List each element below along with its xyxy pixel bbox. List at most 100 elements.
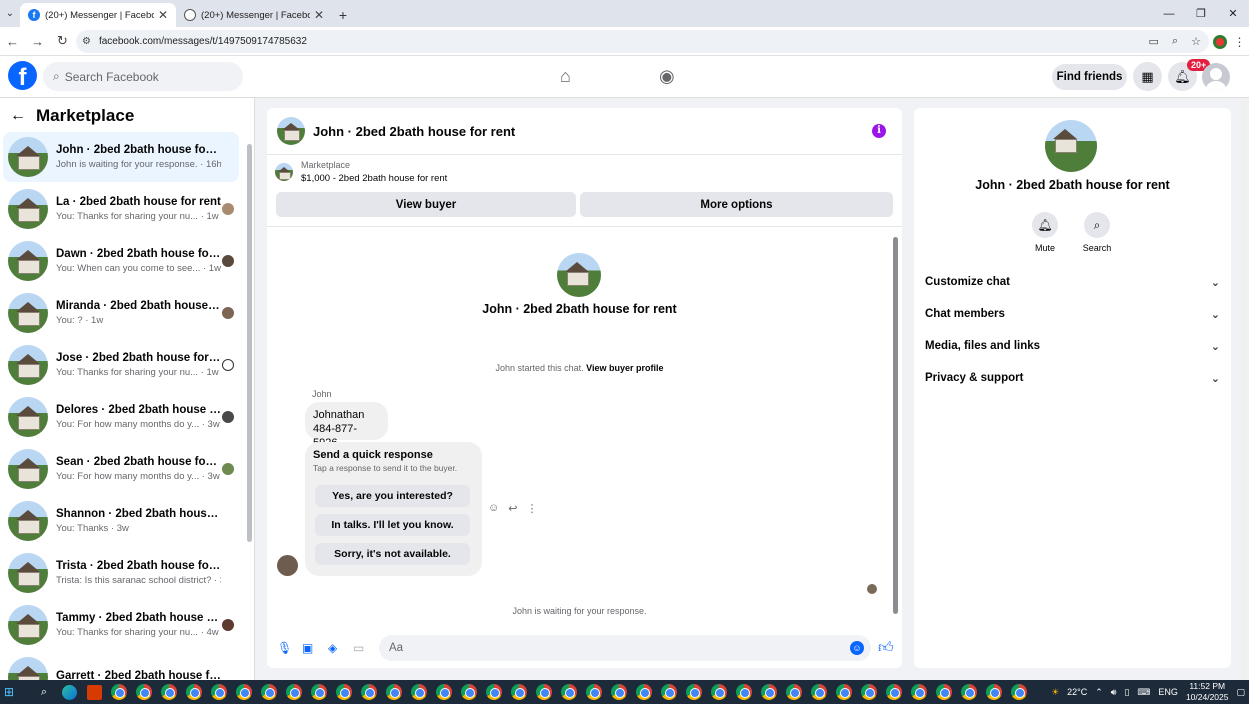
chrome-icon[interactable] bbox=[909, 683, 929, 701]
extension-icon[interactable] bbox=[1212, 34, 1227, 49]
weather-icon[interactable]: ☀ bbox=[1051, 687, 1059, 698]
chrome-icon[interactable] bbox=[534, 683, 554, 701]
info-icon[interactable]: i bbox=[872, 124, 886, 138]
chat-members-section[interactable]: Chat members ⌄ bbox=[925, 304, 1220, 324]
chrome-icon[interactable] bbox=[459, 683, 479, 701]
chrome-icon[interactable] bbox=[409, 683, 429, 701]
tab-search-chevron-icon[interactable]: ⌄ bbox=[0, 0, 20, 27]
url-field[interactable]: ⚙ facebook.com/messages/t/14975091747856… bbox=[76, 30, 1209, 53]
weather-temp[interactable]: 22°C bbox=[1067, 687, 1087, 697]
chrome-icon[interactable] bbox=[284, 683, 304, 701]
cast-icon[interactable]: ▭ bbox=[1149, 35, 1159, 48]
more-options-button[interactable]: More options bbox=[580, 192, 893, 217]
mute-button[interactable]: 🔔︎ Mute bbox=[1020, 212, 1070, 253]
chrome-icon[interactable] bbox=[559, 683, 579, 701]
office-icon[interactable] bbox=[84, 683, 104, 701]
facebook-search-input[interactable] bbox=[64, 69, 225, 84]
page-scrollbar[interactable] bbox=[1241, 98, 1249, 680]
message-bubble[interactable]: Johnathan 484-877-5926 bbox=[305, 402, 388, 449]
chrome-icon[interactable] bbox=[484, 683, 504, 701]
conversation-item[interactable]: Tammy · 2bed 2bath house fo... You: Thank… bbox=[3, 600, 239, 650]
facebook-search-box[interactable]: ⌕ bbox=[43, 62, 243, 91]
react-smiley-icon[interactable]: ☺ bbox=[488, 502, 499, 515]
back-arrow-icon[interactable]: ← bbox=[10, 107, 26, 125]
account-avatar[interactable] bbox=[1202, 63, 1230, 91]
quick-response-option[interactable]: Yes, are you interested? bbox=[315, 485, 470, 507]
reload-icon[interactable]: ↻ bbox=[50, 33, 75, 49]
chrome-icon[interactable] bbox=[809, 683, 829, 701]
conversation-item[interactable]: La · 2bed 2bath house for rent You: Thank… bbox=[3, 184, 239, 234]
chrome-icon[interactable] bbox=[709, 683, 729, 701]
reply-arrow-icon[interactable]: ↩ bbox=[508, 502, 517, 515]
chrome-icon[interactable] bbox=[334, 683, 354, 701]
microphone-icon[interactable]: 🎙︎ bbox=[277, 641, 292, 655]
back-arrow-icon[interactable]: ← bbox=[0, 34, 25, 49]
emoji-icon[interactable]: ☺ bbox=[850, 641, 864, 655]
chrome-icon[interactable] bbox=[434, 683, 454, 701]
chrome-icon[interactable] bbox=[184, 683, 204, 701]
chrome-icon[interactable] bbox=[934, 683, 954, 701]
chrome-icon[interactable] bbox=[209, 683, 229, 701]
chrome-icon[interactable] bbox=[609, 683, 629, 701]
conversation-item[interactable]: Garrett · 2bed 2bath house for r... bbox=[3, 652, 239, 680]
close-tab-icon[interactable]: ✕ bbox=[158, 8, 168, 22]
profile-circle-icon[interactable]: ◉ bbox=[659, 66, 675, 87]
chrome-icon[interactable] bbox=[884, 683, 904, 701]
view-buyer-profile-link[interactable]: View buyer profile bbox=[586, 363, 663, 373]
network-icon[interactable]: ⌨ bbox=[1137, 687, 1150, 698]
view-buyer-button[interactable]: View buyer bbox=[276, 192, 576, 217]
chrome-icon[interactable] bbox=[684, 683, 704, 701]
message-input[interactable] bbox=[379, 635, 871, 661]
language-indicator[interactable]: ENG bbox=[1158, 687, 1178, 697]
conversation-item[interactable]: John · 2bed 2bath house for rent John is … bbox=[3, 132, 239, 182]
conversation-item[interactable]: Jose · 2bed 2bath house for re... You: Th… bbox=[3, 340, 239, 390]
chrome-icon[interactable] bbox=[1009, 683, 1029, 701]
browser-tab-2[interactable]: (20+) Messenger | Facebook ✕ bbox=[176, 3, 332, 27]
chrome-icon[interactable] bbox=[634, 683, 654, 701]
close-window-icon[interactable]: ✕ bbox=[1217, 0, 1249, 27]
browser-tab-1[interactable]: f (20+) Messenger | Facebook ✕ bbox=[20, 3, 176, 27]
more-vertical-icon[interactable]: ⋮ bbox=[526, 502, 537, 515]
home-icon[interactable]: ⌂ bbox=[560, 66, 571, 87]
chrome-icon[interactable] bbox=[659, 683, 679, 701]
facebook-logo-icon[interactable]: f bbox=[8, 61, 37, 90]
chat-scrollbar[interactable] bbox=[893, 237, 898, 614]
sender-avatar[interactable] bbox=[277, 555, 298, 576]
search-conversation-button[interactable]: ⌕ Search bbox=[1072, 212, 1122, 253]
chrome-icon[interactable] bbox=[509, 683, 529, 701]
chrome-icon[interactable] bbox=[734, 683, 754, 701]
chrome-icon[interactable] bbox=[159, 683, 179, 701]
chrome-icon[interactable] bbox=[834, 683, 854, 701]
media-files-links-section[interactable]: Media, files and links ⌄ bbox=[925, 336, 1220, 356]
chat-title[interactable]: John · 2bed 2bath house for rent bbox=[313, 124, 515, 139]
sticker-icon[interactable]: ◈ bbox=[328, 641, 337, 655]
quick-response-option[interactable]: Sorry, it's not available. bbox=[315, 543, 470, 565]
conversation-item[interactable]: Miranda · 2bed 2bath house f... You: ? · … bbox=[3, 288, 239, 338]
conversation-item[interactable]: Sean · 2bed 2bath house for r... You: For… bbox=[3, 444, 239, 494]
menu-grid-icon[interactable]: ▦ bbox=[1133, 62, 1162, 91]
minimize-icon[interactable]: — bbox=[1153, 0, 1185, 27]
zoom-icon[interactable]: ⌕ bbox=[1172, 35, 1178, 48]
conversation-item[interactable]: Shannon · 2bed 2bath house for... You: Th… bbox=[3, 496, 239, 546]
quick-response-option[interactable]: In talks. I'll let you know. bbox=[315, 514, 470, 536]
photo-gallery-icon[interactable]: ▣ bbox=[302, 641, 313, 655]
close-tab-icon[interactable]: ✕ bbox=[314, 8, 324, 22]
forward-arrow-icon[interactable]: → bbox=[25, 34, 50, 49]
chrome-icon[interactable] bbox=[109, 683, 129, 701]
chrome-icon[interactable] bbox=[259, 683, 279, 701]
customize-chat-section[interactable]: Customize chat ⌄ bbox=[925, 272, 1220, 292]
chrome-icon[interactable] bbox=[234, 683, 254, 701]
chrome-icon[interactable] bbox=[384, 683, 404, 701]
chrome-icon[interactable] bbox=[784, 683, 804, 701]
restore-icon[interactable]: ❐ bbox=[1185, 0, 1217, 27]
tray-chevron-icon[interactable]: ⌃ bbox=[1095, 687, 1103, 698]
conversation-item[interactable]: Delores · 2bed 2bath house fo... You: For… bbox=[3, 392, 239, 442]
browser-menu-icon[interactable]: ⋮ bbox=[1234, 35, 1246, 49]
clock[interactable]: 11:52 PM 10/24/2025 bbox=[1186, 681, 1229, 703]
chrome-icon[interactable] bbox=[309, 683, 329, 701]
chrome-icon[interactable] bbox=[759, 683, 779, 701]
chrome-icon[interactable] bbox=[959, 683, 979, 701]
chrome-icon[interactable] bbox=[984, 683, 1004, 701]
find-friends-button[interactable]: Find friends bbox=[1052, 64, 1127, 90]
chrome-icon[interactable] bbox=[359, 683, 379, 701]
